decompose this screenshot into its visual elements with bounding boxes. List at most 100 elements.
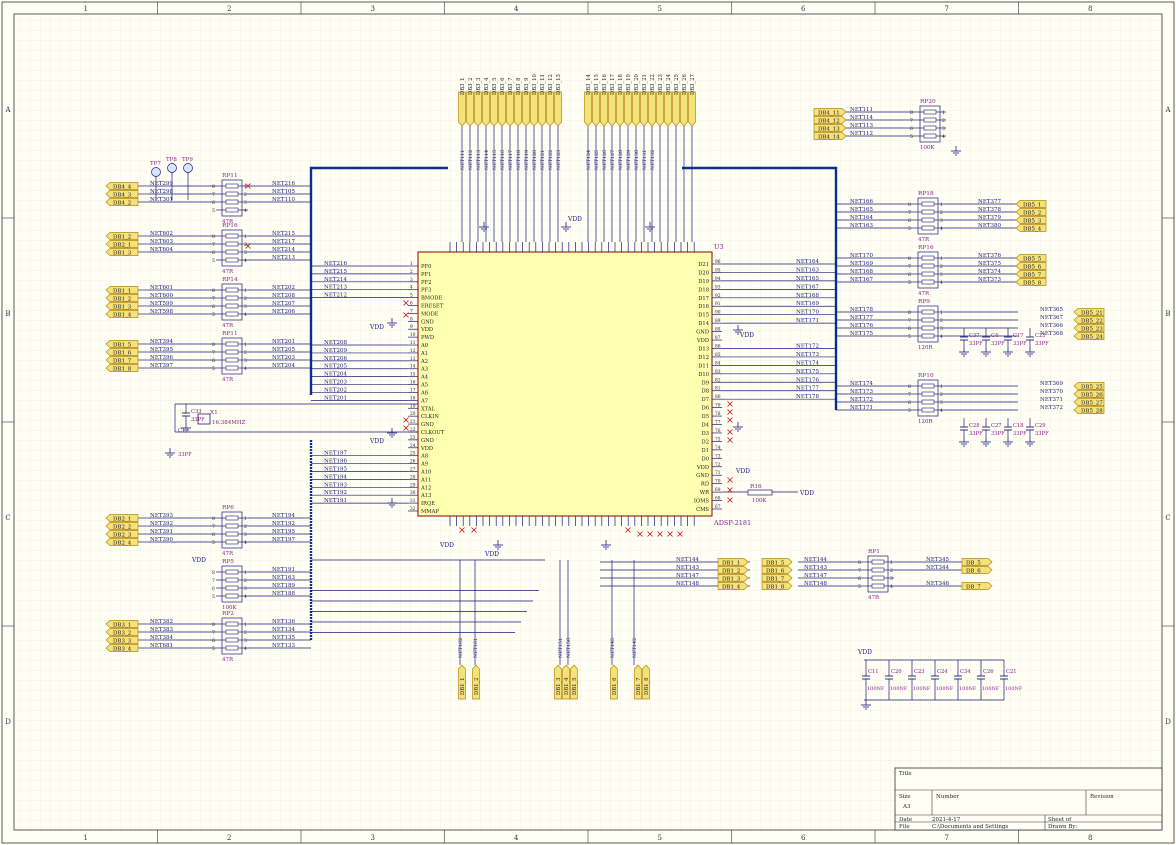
chip-pin-number: 13 [410, 357, 416, 362]
net-label: NET391 [150, 529, 173, 535]
pack-value: 47R [918, 237, 930, 243]
chip-pin-name: D3 [702, 431, 709, 437]
port-label: DB5_24 [1081, 334, 1103, 340]
pin-number: 5 [908, 334, 911, 340]
port-label: DB1_8 [766, 584, 785, 590]
port-label: DB1_7 [636, 677, 642, 695]
chip-pin-number: 22 [410, 428, 416, 433]
chip-pin-number: 31 [410, 499, 416, 504]
net-label: NET192 [272, 521, 295, 527]
chip-pin-number: 96 [715, 260, 721, 265]
port-connector [672, 91, 680, 127]
zone-label-top: 4 [514, 5, 519, 13]
test-point [151, 167, 161, 177]
pin-number: 6 [910, 126, 913, 132]
chip-body [417, 251, 713, 517]
pack-value: 47R [222, 323, 234, 329]
net-label: NET177 [796, 386, 819, 392]
revision-label: Revision [1090, 794, 1114, 800]
port-label: DB_5 [966, 560, 981, 566]
port-label: DB3_24 [666, 73, 672, 95]
dsp-chip[interactable]: U3 ADSP-2181 PF0 1 PF1 2 PF2 3 PF3 4 BMODE 5 ERESET 6… [408, 242, 751, 527]
pin-number: 7 [908, 318, 911, 324]
port-label: DB3_4 [484, 77, 490, 95]
port-label: DB5_23 [1081, 326, 1103, 332]
chip-pin-name: GND [421, 319, 434, 325]
pin-number: 6 [908, 272, 911, 278]
chip-pin-number: 2 [410, 270, 413, 275]
cap-value: 100NF [1005, 686, 1023, 692]
zone-label-left: B [5, 310, 10, 318]
cap-value: 100NF [936, 686, 954, 692]
net-label: NET163 [272, 575, 295, 581]
chip-pin-number: 68 [715, 497, 721, 502]
pack-value: 47R [222, 551, 234, 557]
port-connector [656, 91, 664, 127]
net-label: NET346 [926, 581, 949, 587]
chip-pin-name: D17 [698, 296, 709, 302]
pack-designator: RP18 [918, 191, 934, 197]
chip-pin-number: 87 [715, 336, 721, 341]
chip-pin-name: D8 [702, 389, 709, 395]
net-label: NET392 [150, 521, 173, 527]
port-label: DB2_1 [113, 242, 131, 248]
zone-label-top: 8 [1088, 5, 1092, 13]
zone-label-bottom: 3 [371, 834, 375, 842]
net-label: NET191 [272, 567, 295, 573]
net-label: NET196 [324, 459, 347, 465]
pin-number: 8 [910, 110, 913, 116]
net-label: NET202 [272, 285, 295, 291]
pin-number: 7 [212, 296, 215, 302]
net-label: NET143 [676, 565, 699, 571]
pin-number: 8 [212, 342, 215, 348]
port-label: DB5_26 [1081, 392, 1103, 398]
pin-number: 7 [212, 578, 215, 584]
port-label: DB3_23 [658, 74, 664, 95]
net-label: NET205 [324, 364, 347, 370]
cap-value: 100NF [867, 686, 885, 692]
chip-pin-name: CLKIN [421, 414, 439, 420]
pin-number: 5 [908, 280, 911, 286]
pin-number: 1 [890, 560, 893, 566]
chip-pin-number: 25 [410, 452, 416, 457]
chip-pin-number: 7 [410, 309, 413, 314]
chip-pin-name: PF2 [421, 280, 431, 286]
chip-pin-number: 88 [715, 328, 721, 333]
net-label: NET195 [324, 466, 347, 472]
chip-pin-number: 73 [715, 454, 721, 459]
chip-pin-number: 95 [715, 268, 721, 273]
chip-pin-number: 75 [715, 437, 721, 442]
net-label: NET145 [610, 638, 616, 658]
port-label: DB5_1 [1023, 202, 1041, 208]
size-value: A3 [902, 804, 911, 810]
net-label: NET345 [926, 557, 949, 563]
net-label: NET681 [150, 643, 173, 649]
pack-designator: RP20 [920, 99, 936, 105]
net-label: NET192 [324, 490, 347, 496]
pin-number: 3 [942, 126, 945, 132]
chip-pin-number: 80 [715, 395, 721, 400]
chip-pin-name: A9 [420, 462, 428, 468]
net-label: NET166 [850, 199, 873, 205]
net-label: NET598 [150, 309, 173, 315]
pin-number: 6 [858, 576, 861, 582]
net-label: NET167 [796, 284, 819, 290]
net-label: NET178 [850, 307, 873, 313]
port-connector [600, 91, 608, 127]
chip-pin-name: A0 [420, 343, 428, 349]
net-label: NET203 [272, 355, 295, 361]
net-label: NET119 [524, 150, 530, 170]
pin-number: 7 [212, 242, 215, 248]
zone-label-bottom: 6 [801, 834, 806, 842]
pin-number: 8 [908, 202, 911, 208]
power-label: VDD [799, 490, 814, 497]
pin-number: 8 [212, 622, 215, 628]
net-label: NET369 [1040, 381, 1063, 387]
port-label: DB1_1 [113, 288, 131, 294]
chip-pin-name: A3 [420, 367, 428, 373]
chip-pin-number: 72 [715, 463, 721, 468]
port-label: DB_6 [966, 568, 981, 574]
pin-number: 5 [858, 584, 861, 590]
pin-number: 5 [910, 134, 913, 140]
net-label: NET602 [150, 231, 173, 237]
